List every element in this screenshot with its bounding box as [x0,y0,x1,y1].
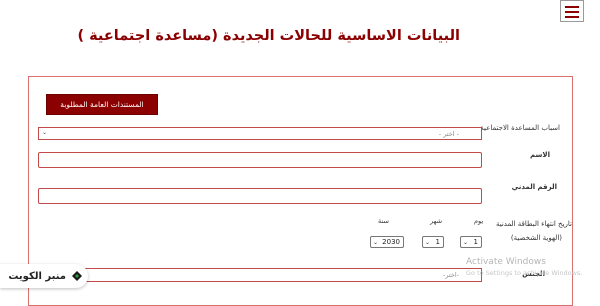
name-label: الاسم [530,151,550,159]
month-label: شهر [430,217,443,225]
chevron-down-icon: ⌄ [42,129,48,136]
name-input[interactable] [38,152,482,168]
gender-placeholder: -اختر- [442,271,459,279]
day-label: يوم [474,217,484,225]
watermark-title: Activate Windows [466,257,546,267]
watermark-subtitle: Go to Settings to activate Windows. [466,269,583,277]
reason-placeholder: - اختر - [438,130,459,138]
required-documents-button[interactable]: المستندات العامة المطلوبة [46,94,158,115]
activate-windows-watermark: Activate Windows Go to Settings to activ… [466,257,582,277]
reason-label: اسباب المساعدة الاجتماعية [480,124,560,132]
hamburger-menu-icon[interactable] [560,0,584,22]
logo-text: منبر الكويت [8,270,66,282]
expiry-label-line2: (الهوية الشخصية) [510,234,562,242]
year-select[interactable]: ⌄ 2030 [370,236,404,248]
civil-id-input[interactable] [38,188,482,204]
expiry-label-line1: تاريخ انتهاء البطاقة المدنية [495,220,572,228]
year-label: سنة [378,217,389,225]
expiry-label: تاريخ انتهاء البطاقة المدنية (الهوية الش… [496,220,572,242]
chevron-down-icon: ⌄ [463,238,469,246]
day-select[interactable]: ⌄ 1 [460,236,482,248]
chevron-down-icon: ⌄ [373,238,379,246]
month-select[interactable]: ⌄ 1 [422,236,444,248]
site-logo: منبر الكويت [0,264,88,288]
page-title: البيانات الاساسية للحالات الجديدة (مساعد… [77,28,460,44]
civil-id-label: الرقم المدني [511,183,557,191]
logo-mark-icon [72,271,82,281]
reason-select[interactable]: ⌄ - اختر - [38,127,482,140]
gender-select[interactable]: -اختر- [38,268,482,282]
chevron-down-icon: ⌄ [425,238,431,246]
